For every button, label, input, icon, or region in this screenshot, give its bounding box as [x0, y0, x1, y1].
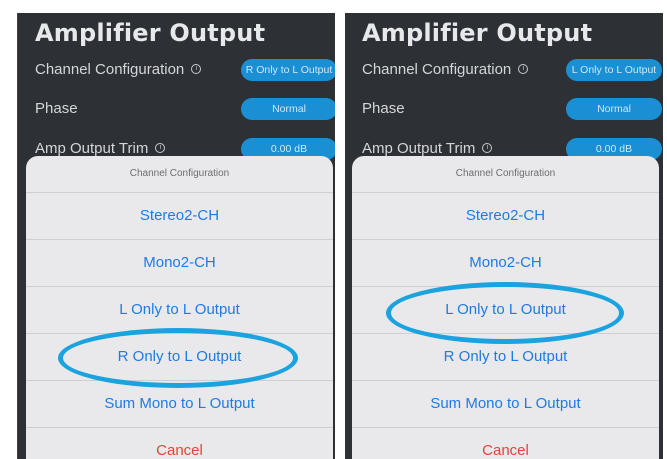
channel-configuration-button[interactable]: R Only to L Output [241, 59, 335, 81]
cancel-button[interactable]: Cancel [26, 428, 333, 459]
channel-configuration-label: Channel Configuration [362, 61, 512, 78]
option-mono2-ch[interactable]: Mono2-CH [26, 240, 333, 287]
page-title: Amplifier Output [35, 19, 266, 47]
cancel-button[interactable]: Cancel [352, 428, 659, 459]
amp-output-trim-label: Amp Output Trim [362, 140, 476, 157]
option-stereo2-ch[interactable]: Stereo2-CH [352, 193, 659, 240]
phase-label: Phase [35, 100, 78, 117]
option-r-only-to-l-output[interactable]: R Only to L Output [352, 334, 659, 381]
screenshot-panel-right: Amplifier Output Channel Configuration i … [345, 13, 663, 459]
phase-label: Phase [362, 100, 405, 117]
info-icon[interactable]: i [155, 143, 166, 154]
info-icon[interactable]: i [518, 64, 529, 75]
option-mono2-ch[interactable]: Mono2-CH [352, 240, 659, 287]
channel-configuration-label: Channel Configuration [35, 61, 185, 78]
info-icon[interactable]: i [482, 143, 493, 154]
action-sheet-title: Channel Configuration [352, 156, 659, 193]
amp-output-trim-label: Amp Output Trim [35, 140, 149, 157]
channel-configuration-button[interactable]: L Only to L Output [566, 59, 662, 81]
phase-row: Phase Normal [35, 97, 335, 121]
option-r-only-to-l-output[interactable]: R Only to L Output [26, 334, 333, 381]
option-l-only-to-l-output[interactable]: L Only to L Output [26, 287, 333, 334]
phase-button[interactable]: Normal [566, 98, 662, 120]
screenshot-panel-left: Amplifier Output Channel Configuration i … [17, 13, 335, 459]
channel-configuration-row: Channel Configuration i R Only to L Outpu… [35, 58, 335, 82]
action-sheet: Channel Configuration Stereo2-CH Mono2-C… [26, 156, 333, 459]
option-l-only-to-l-output[interactable]: L Only to L Output [352, 287, 659, 334]
option-sum-mono-to-l-output[interactable]: Sum Mono to L Output [26, 381, 333, 428]
option-sum-mono-to-l-output[interactable]: Sum Mono to L Output [352, 381, 659, 428]
option-stereo2-ch[interactable]: Stereo2-CH [26, 193, 333, 240]
page-title: Amplifier Output [362, 19, 593, 47]
action-sheet: Channel Configuration Stereo2-CH Mono2-C… [352, 156, 659, 459]
info-icon[interactable]: i [191, 64, 202, 75]
phase-row: Phase Normal [362, 97, 662, 121]
phase-button[interactable]: Normal [241, 98, 335, 120]
action-sheet-title: Channel Configuration [26, 156, 333, 193]
channel-configuration-row: Channel Configuration i L Only to L Outpu… [362, 58, 662, 82]
